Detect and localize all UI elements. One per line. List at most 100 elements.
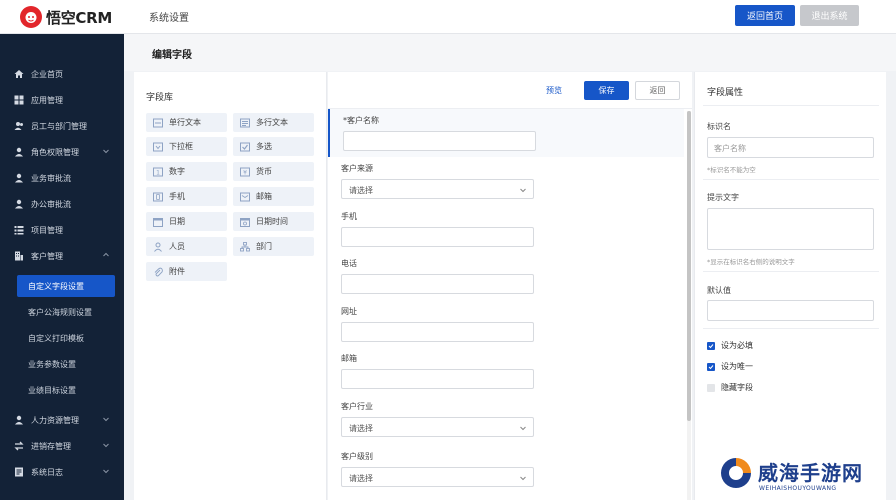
chip-label: 日期时间 xyxy=(256,217,288,226)
sidebar-sub-performance-goals[interactable]: 业绩目标设置 xyxy=(17,379,115,401)
sidebar-sub-print-template[interactable]: 自定义打印模板 xyxy=(17,327,115,349)
sidebar-item-projects[interactable]: 项目管理 xyxy=(0,220,124,240)
unique-checkbox[interactable]: 设为唯一 xyxy=(707,361,753,372)
default-input[interactable] xyxy=(707,300,874,321)
sidebar-item-customers[interactable]: 客户管理 xyxy=(0,246,124,266)
svg-text:1: 1 xyxy=(156,169,160,176)
chip-email[interactable]: 邮箱 xyxy=(233,187,314,206)
app-logo[interactable]: 悟空CRM xyxy=(20,5,112,29)
field-input[interactable] xyxy=(341,322,534,342)
check-icon xyxy=(707,362,715,371)
form-fields-scroll[interactable]: *客户名称 客户来源 请选择 手机 电话 网址 邮箱 客户行业 请选择 客户级别… xyxy=(328,108,692,500)
sidebar-item-staff[interactable]: 员工与部门管理 xyxy=(0,116,124,136)
chip-label: 多行文本 xyxy=(256,118,288,127)
form-field-industry[interactable]: 客户行业 请选择 xyxy=(328,395,684,442)
chevron-down-icon xyxy=(102,147,110,155)
form-field-level[interactable]: 客户级别 请选择 xyxy=(328,445,684,492)
chip-dropdown[interactable]: 下拉框 xyxy=(146,137,227,156)
chip-label: 日期 xyxy=(169,217,185,226)
user-icon xyxy=(14,199,24,209)
field-library-panel: 字段库 单行文本 多行文本 下拉框 多选 1 数字 ¥ 货币 手机 邮箱 日期 … xyxy=(134,72,327,500)
divider xyxy=(703,328,879,329)
checkbox-label: 设为唯一 xyxy=(721,362,753,371)
form-field-email[interactable]: 邮箱 xyxy=(328,347,684,394)
divider xyxy=(703,179,879,180)
chevron-down-icon xyxy=(102,467,110,475)
save-button[interactable]: 保存 xyxy=(584,81,629,100)
sidebar-item-label: 角色权限管理 xyxy=(31,148,79,157)
field-label: 客户级别 xyxy=(341,452,373,461)
sidebar-item-logs[interactable]: 系统日志 xyxy=(0,462,124,482)
preview-link[interactable]: 预览 xyxy=(546,85,562,96)
back-button[interactable]: 返回 xyxy=(635,81,680,100)
sidebar-item-label: 项目管理 xyxy=(31,226,63,235)
datetime-icon xyxy=(240,217,250,227)
name-input[interactable]: 客户名称 xyxy=(707,137,874,158)
field-input[interactable] xyxy=(341,274,534,294)
default-label: 默认值 xyxy=(707,286,731,295)
checkbox-label: 隐藏字段 xyxy=(721,383,753,392)
sidebar-sub-pool-rules[interactable]: 客户公海规则设置 xyxy=(17,301,115,323)
chip-single-text[interactable]: 单行文本 xyxy=(146,113,227,132)
chip-datetime[interactable]: 日期时间 xyxy=(233,212,314,231)
chip-currency[interactable]: ¥ 货币 xyxy=(233,162,314,181)
sidebar-sub-custom-fields[interactable]: 自定义字段设置 xyxy=(17,275,115,297)
chevron-down-icon xyxy=(519,424,527,432)
sidebar-sub-business-params[interactable]: 业务参数设置 xyxy=(17,353,115,375)
person-icon xyxy=(153,242,163,252)
sidebar: 企业首页 应用管理 员工与部门管理 角色权限管理 业务审批流 办公审批流 项目管… xyxy=(0,34,124,500)
chip-person[interactable]: 人员 xyxy=(146,237,227,256)
form-field-phone[interactable]: 电话 xyxy=(328,252,684,299)
chip-date[interactable]: 日期 xyxy=(146,212,227,231)
chip-label: 附件 xyxy=(169,267,185,276)
form-field-source[interactable]: 客户来源 请选择 xyxy=(328,157,684,204)
form-field-website[interactable]: 网址 xyxy=(328,300,684,347)
tip-textarea[interactable] xyxy=(707,208,874,250)
calendar-icon xyxy=(153,217,163,227)
chevron-down-icon xyxy=(102,415,110,423)
chip-phone[interactable]: 手机 xyxy=(146,187,227,206)
divider xyxy=(703,271,879,272)
sidebar-item-label: 应用管理 xyxy=(31,96,63,105)
sidebar-item-office-approval[interactable]: 办公审批流 xyxy=(0,194,124,214)
chip-attachment[interactable]: 附件 xyxy=(146,262,227,281)
chevron-down-icon xyxy=(519,474,527,482)
sidebar-item-hr[interactable]: 人力资源管理 xyxy=(0,410,124,430)
sidebar-item-biz-approval[interactable]: 业务审批流 xyxy=(0,168,124,188)
required-checkbox[interactable]: 设为必填 xyxy=(707,340,753,351)
watermark-text: 威海手游网 xyxy=(758,461,863,485)
form-field-mobile[interactable]: 手机 xyxy=(328,205,684,252)
name-hint: *标识名不能为空 xyxy=(707,166,756,174)
field-select[interactable]: 请选择 xyxy=(341,179,534,199)
sidebar-item-label: 员工与部门管理 xyxy=(31,122,87,131)
field-select[interactable]: 请选择 xyxy=(341,417,534,437)
sidebar-item-apps[interactable]: 应用管理 xyxy=(0,90,124,110)
field-input[interactable] xyxy=(341,227,534,247)
chip-number[interactable]: 1 数字 xyxy=(146,162,227,181)
logo-text: 悟空CRM xyxy=(46,8,112,27)
library-title: 字段库 xyxy=(146,93,174,103)
top-bar: 悟空CRM 系统设置 返回首页 退出系统 xyxy=(0,0,896,34)
sidebar-item-inventory[interactable]: 进销存管理 xyxy=(0,436,124,456)
sidebar-item-home[interactable]: 企业首页 xyxy=(0,64,124,84)
user-icon xyxy=(14,415,24,425)
field-select[interactable]: 请选择 xyxy=(341,467,534,487)
chip-department[interactable]: 部门 xyxy=(233,237,314,256)
field-input[interactable] xyxy=(341,369,534,389)
user-icon xyxy=(14,173,24,183)
mail-icon xyxy=(240,192,250,202)
hidden-checkbox[interactable]: 隐藏字段 xyxy=(707,382,753,393)
log-icon xyxy=(14,467,24,477)
divider xyxy=(703,105,879,106)
sidebar-item-roles[interactable]: 角色权限管理 xyxy=(0,142,124,162)
logout-button[interactable]: 退出系统 xyxy=(800,5,859,26)
chip-multi-select[interactable]: 多选 xyxy=(233,137,314,156)
chip-multi-text[interactable]: 多行文本 xyxy=(233,113,314,132)
checkbox-icon xyxy=(240,142,250,152)
user-shield-icon xyxy=(14,147,24,157)
field-input[interactable] xyxy=(343,131,536,151)
grid-icon xyxy=(14,95,24,105)
scrollbar-thumb[interactable] xyxy=(687,111,691,421)
home-button[interactable]: 返回首页 xyxy=(735,5,795,26)
form-field-customer-name[interactable]: *客户名称 xyxy=(328,109,684,157)
